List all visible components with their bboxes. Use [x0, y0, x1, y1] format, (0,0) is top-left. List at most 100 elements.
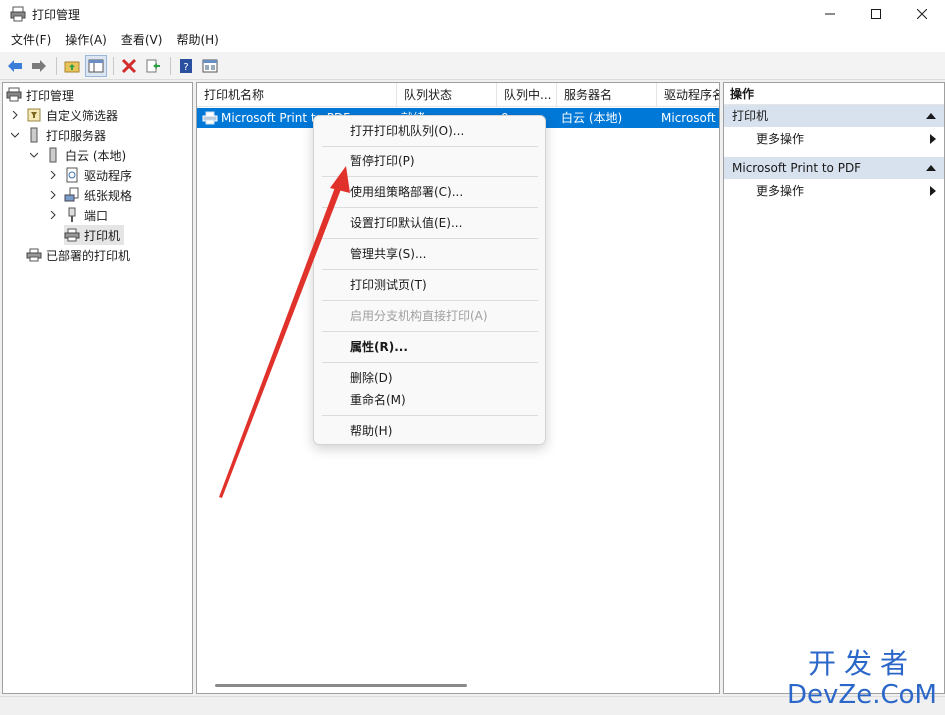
tree-item-ports[interactable]: 端口 — [48, 205, 108, 225]
tree-label: 驱动程序 — [84, 168, 133, 183]
more-actions-pdf-printer[interactable]: 更多操作 — [724, 179, 944, 203]
column-header-jobs[interactable]: 队列中... — [497, 83, 557, 107]
menu-separator — [322, 269, 538, 270]
menu-item-open-queue[interactable]: 打开打印机队列(O)... — [350, 122, 464, 140]
chevron-down-icon[interactable] — [10, 130, 20, 140]
menu-help[interactable]: 帮助(H) — [169, 28, 225, 52]
menu-file[interactable]: 文件(F) — [4, 28, 58, 52]
forms-icon — [64, 187, 80, 203]
column-header-server[interactable]: 服务器名 — [557, 83, 657, 107]
export-icon — [146, 59, 160, 72]
action-label: 更多操作 — [756, 132, 805, 146]
menu-separator — [322, 207, 538, 208]
menu-separator — [322, 238, 538, 239]
menu-separator — [322, 415, 538, 416]
server-icon — [45, 147, 61, 163]
menu-action[interactable]: 操作(A) — [58, 28, 114, 52]
menu-item-manage-sharing[interactable]: 管理共享(S)... — [350, 245, 426, 263]
tree-item-drivers[interactable]: 驱动程序 — [48, 165, 132, 185]
horizontal-scrollbar[interactable] — [215, 684, 467, 687]
column-header-status[interactable]: 队列状态 — [397, 83, 497, 107]
tree-label: 打印管理 — [26, 88, 75, 103]
chevron-down-icon[interactable] — [29, 150, 39, 160]
menu-item-rename[interactable]: 重命名(M) — [350, 391, 406, 409]
chevron-right-icon — [930, 186, 936, 196]
close-button[interactable] — [899, 0, 945, 28]
menu-item-set-defaults[interactable]: 设置打印默认值(E)... — [350, 214, 462, 232]
menu-item-branch-office-printing: 启用分支机构直接打印(A) — [350, 309, 488, 323]
menu-item-properties[interactable]: 属性(R)... — [350, 338, 408, 356]
tree-label: 白云 (本地) — [65, 148, 127, 163]
tree-label: 自定义筛选器 — [46, 108, 119, 123]
tree-item-local-server[interactable]: 白云 (本地) — [29, 145, 126, 165]
view-button[interactable] — [199, 55, 221, 77]
tree-item-custom-filters[interactable]: 自定义筛选器 — [10, 105, 118, 125]
toolbar: ? — [0, 52, 945, 80]
collapse-up-icon[interactable] — [926, 165, 936, 171]
chevron-right-icon — [930, 134, 936, 144]
window-title: 打印管理 — [32, 7, 81, 22]
section-label: Microsoft Print to PDF — [732, 161, 862, 175]
menu-separator — [322, 176, 538, 177]
back-button[interactable] — [4, 55, 26, 77]
more-actions-printers[interactable]: 更多操作 — [724, 127, 944, 151]
tree-label: 端口 — [84, 208, 109, 223]
show-hide-tree-button[interactable] — [85, 54, 107, 77]
menu-item-deploy-group-policy[interactable]: 使用组策略部署(C)... — [350, 183, 463, 201]
show-hide-tree-icon — [88, 59, 104, 72]
minimize-button[interactable] — [807, 0, 853, 28]
menu-item-delete[interactable]: 删除(D) — [350, 369, 393, 387]
collapse-up-icon[interactable] — [926, 113, 936, 119]
pdf-printer-icon — [202, 111, 218, 125]
watermark: 开发者 DevZe.CoM — [787, 648, 937, 711]
column-header-driver[interactable]: 驱动程序名 — [657, 83, 719, 107]
forward-button[interactable] — [28, 55, 50, 77]
actions-section-printers[interactable]: 打印机 — [724, 105, 944, 127]
actions-title: 操作 — [724, 83, 944, 105]
maximize-button[interactable] — [853, 0, 899, 28]
tree-label: 打印机 — [84, 228, 121, 243]
chevron-right-icon[interactable] — [10, 110, 20, 120]
driver-icon — [64, 167, 80, 183]
server-icon — [26, 127, 42, 143]
driver-name: Microsoft — [661, 111, 716, 125]
watermark-en: DevZe.CoM — [787, 680, 937, 710]
help-button[interactable]: ? — [175, 55, 197, 77]
column-header-name[interactable]: 打印机名称 — [197, 83, 397, 107]
server-name: 白云 (本地) — [561, 111, 623, 125]
svg-text:?: ? — [183, 62, 188, 73]
tree-item-printers[interactable]: 打印机 — [64, 225, 125, 245]
tree-label: 打印服务器 — [46, 128, 107, 143]
toolbar-separator — [113, 56, 114, 75]
printer-icon — [26, 247, 42, 263]
navigation-tree: 打印管理 自定义筛选器 打印服务器 白云 (本地) 驱动程序 纸张规格 端口 打… — [2, 82, 193, 694]
tree-item-print-servers[interactable]: 打印服务器 — [10, 125, 106, 145]
up-folder-icon — [64, 61, 80, 72]
tree-root[interactable]: 打印管理 — [6, 85, 74, 105]
actions-section-pdf-printer[interactable]: Microsoft Print to PDF — [724, 157, 944, 179]
menu-item-pause-printing[interactable]: 暂停打印(P) — [350, 152, 415, 170]
menu-separator — [322, 331, 538, 332]
back-arrow-icon — [8, 59, 22, 72]
menu-item-print-test-page[interactable]: 打印测试页(T) — [350, 276, 427, 294]
chevron-right-icon[interactable] — [48, 170, 58, 180]
menu-bar: 文件(F) 操作(A) 查看(V) 帮助(H) — [0, 28, 945, 52]
delete-button[interactable] — [118, 55, 140, 77]
list-header: 打印机名称 队列状态 队列中... 服务器名 驱动程序名 — [197, 83, 719, 107]
menu-view[interactable]: 查看(V) — [114, 28, 170, 52]
view-icon — [202, 59, 218, 72]
menu-separator — [322, 300, 538, 301]
tree-item-forms[interactable]: 纸张规格 — [48, 185, 132, 205]
menu-item-help[interactable]: 帮助(H) — [350, 422, 392, 440]
tree-item-deployed-printers[interactable]: 已部署的打印机 — [26, 245, 130, 265]
export-button[interactable] — [142, 55, 164, 77]
forward-arrow-icon — [32, 59, 46, 72]
tree-label: 已部署的打印机 — [46, 248, 131, 263]
up-level-button[interactable] — [61, 55, 83, 77]
tree-label: 纸张规格 — [84, 188, 133, 203]
chevron-right-icon[interactable] — [48, 190, 58, 200]
chevron-right-icon[interactable] — [48, 210, 58, 220]
printer-management-icon — [6, 87, 22, 103]
close-icon — [917, 9, 927, 19]
menu-separator — [322, 362, 538, 363]
